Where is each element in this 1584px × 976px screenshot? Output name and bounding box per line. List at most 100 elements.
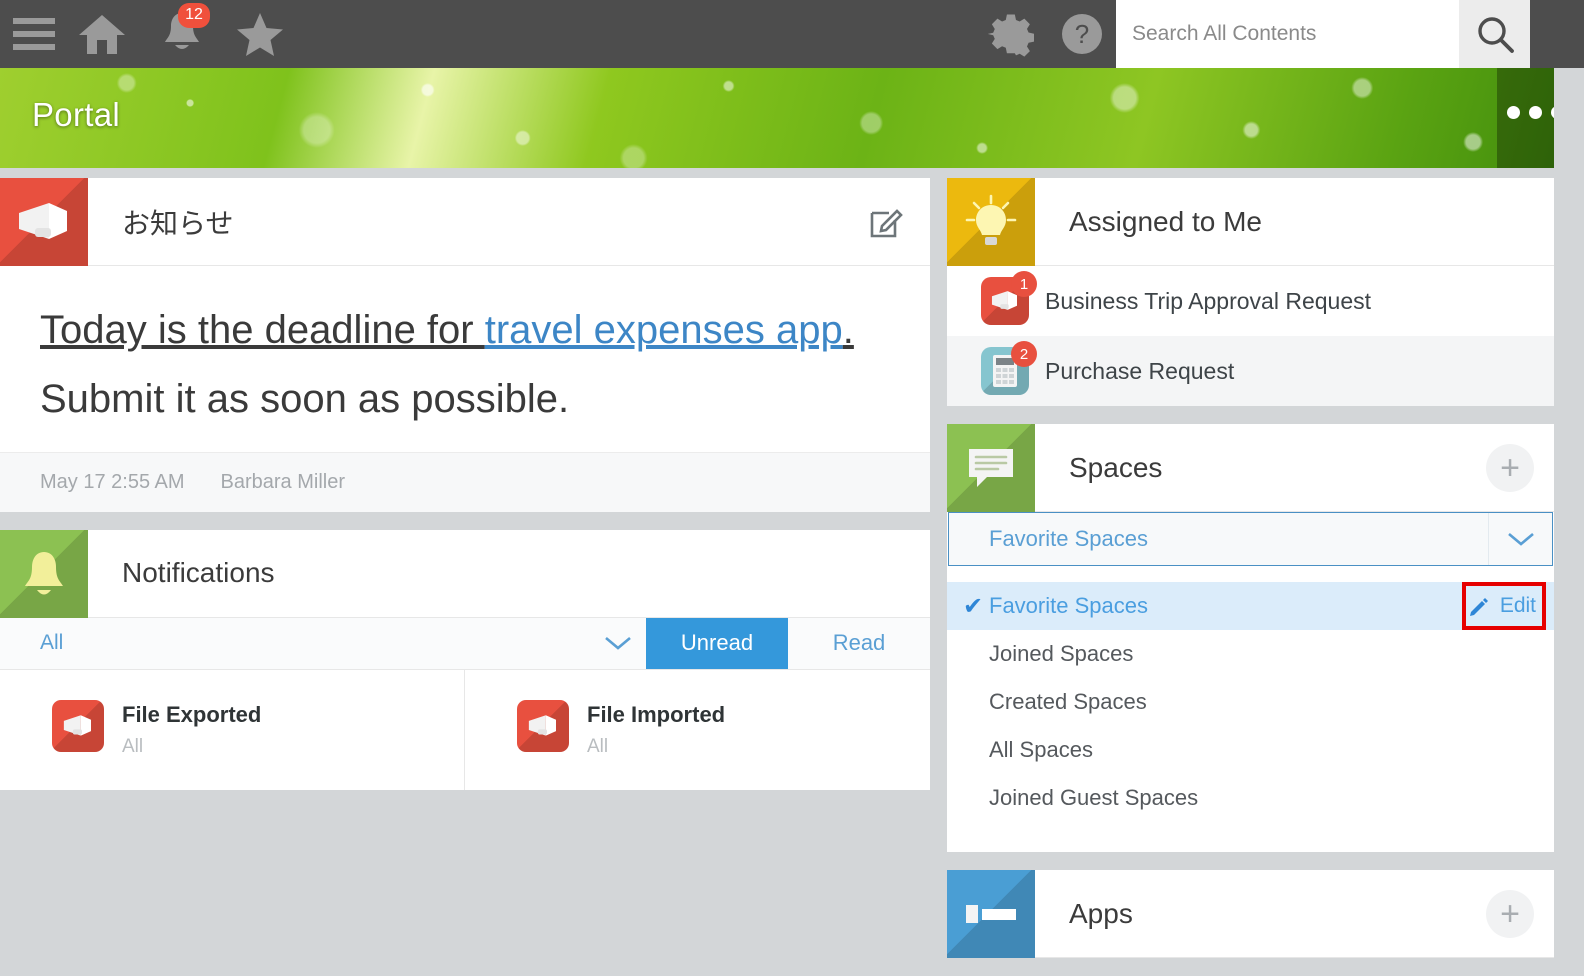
spaces-menu-item-label: Favorite Spaces (989, 593, 1148, 618)
page-title: Portal (32, 96, 121, 133)
bell-badge-count: 12 (178, 3, 210, 28)
dropdown-bottom-padding (947, 822, 1554, 852)
assigned-item-icon-wrap: 2 (981, 341, 1037, 395)
left-column: お知らせ Today is the deadline for travel ex… (0, 178, 930, 808)
announcement-author: Barbara Miller (220, 470, 346, 493)
assigned-item-label: Purchase Request (1045, 357, 1235, 384)
speech-bubble-glyph (947, 424, 1035, 512)
chevron-down-icon (1507, 533, 1534, 546)
lightbulb-glyph (947, 178, 1035, 266)
bell-icon (0, 529, 88, 618)
notification-item[interactable]: File Imported All (465, 670, 930, 790)
lightbulb-icon (947, 178, 1035, 266)
home-button[interactable] (62, 0, 142, 68)
announcement-line-1: Today is the deadline for travel expense… (40, 296, 890, 365)
megaphone-icon (517, 699, 569, 752)
tab-read[interactable]: Read (788, 618, 930, 669)
search-button[interactable] (1459, 0, 1530, 68)
notifications-button[interactable]: 12 (142, 0, 222, 68)
settings-button[interactable] (974, 0, 1048, 68)
chevron-down-icon (605, 637, 631, 650)
spaces-menu-item-favorite-spaces[interactable]: ✔ Favorite Spaces Edit (947, 582, 1554, 630)
notifications-filter-bar: All Unread Read (0, 617, 930, 670)
notifications-list: File Exported All File Imported All (0, 669, 930, 790)
portal-banner: Portal (0, 68, 1584, 168)
spaces-menu-item-label: Joined Guest Spaces (989, 785, 1199, 810)
notifications-title: Notifications (122, 557, 275, 589)
search-box[interactable] (1116, 0, 1459, 68)
spaces-add-button[interactable]: + (1466, 424, 1554, 511)
announcement-footer: May 17 2:55 AM Barbara Miller (0, 451, 930, 512)
apps-icon (947, 870, 1035, 958)
spaces-card-header: Spaces + (947, 424, 1554, 512)
spaces-menu-item-label: All Spaces (989, 737, 1093, 762)
notification-subtitle: All (122, 735, 144, 757)
search-input[interactable] (1132, 22, 1459, 46)
travel-expenses-app-link[interactable]: travel expenses app (485, 308, 843, 352)
top-navigation-bar: 12 ? (0, 0, 1584, 68)
notification-text: File Exported All (122, 700, 261, 790)
announcement-text-suffix: . (842, 308, 854, 352)
star-icon (237, 13, 283, 56)
pencil-icon (1469, 598, 1488, 616)
favorites-button[interactable] (222, 0, 298, 68)
hamburger-icon-bar (13, 44, 55, 50)
compose-icon (870, 208, 903, 237)
notifications-card-header: Notifications (0, 529, 930, 618)
home-icon (79, 15, 125, 54)
spaces-menu-item-created-spaces[interactable]: Created Spaces (947, 678, 1554, 726)
topbar-right-edge (1530, 0, 1584, 68)
spaces-edit-label: Edit (1499, 594, 1536, 617)
gear-icon (988, 14, 1034, 57)
notifications-filter-all[interactable]: All (0, 618, 590, 669)
notification-text: File Imported All (587, 700, 725, 790)
assigned-to-me-title: Assigned to Me (1069, 205, 1262, 237)
spaces-menu-item-all-spaces[interactable]: All Spaces (947, 726, 1554, 774)
megaphone-glyph (52, 700, 104, 752)
announcement-text-prefix: Today is the deadline for (40, 308, 485, 352)
assigned-item-icon-wrap: 1 (981, 271, 1037, 325)
megaphone-icon (0, 178, 88, 266)
apps-glyph (947, 870, 1035, 958)
notifications-card: Notifications All Unread Read File Expor… (0, 529, 930, 790)
assigned-to-me-card: Assigned to Me 1 Business Trip Approval … (947, 178, 1554, 406)
spaces-filter-select[interactable]: Favorite Spaces (948, 512, 1553, 566)
apps-add-button[interactable]: + (1466, 870, 1554, 957)
spaces-menu-item-joined-spaces[interactable]: Joined Spaces (947, 630, 1554, 678)
announcement-card: お知らせ Today is the deadline for travel ex… (0, 178, 930, 512)
hamburger-menu-button[interactable] (6, 0, 62, 68)
banner-background-image (0, 68, 1584, 168)
plus-icon: + (1486, 889, 1534, 938)
spaces-card: Spaces + Favorite Spaces ✔ Favorite Spac… (947, 424, 1554, 852)
announcement-body: Today is the deadline for travel expense… (0, 266, 930, 452)
apps-title: Apps (1069, 897, 1133, 929)
notification-item[interactable]: File Exported All (0, 669, 465, 790)
spaces-edit-button[interactable]: Edit (1468, 594, 1536, 618)
megaphone-glyph (0, 178, 88, 266)
speech-bubble-icon (947, 424, 1035, 512)
page-right-gutter (1554, 68, 1584, 877)
assigned-item-purchase-request[interactable]: 2 Purchase Request (947, 336, 1554, 406)
assigned-item-business-trip-approval-request[interactable]: 1 Business Trip Approval Request (947, 266, 1554, 336)
hamburger-icon-bar (13, 31, 55, 37)
notification-title: File Exported (122, 701, 262, 727)
right-column: Assigned to Me 1 Business Trip Approval … (947, 178, 1554, 976)
more-options-icon-dot (1529, 106, 1542, 119)
assigned-item-label: Business Trip Approval Request (1045, 287, 1372, 314)
spaces-menu-item-joined-guest-spaces[interactable]: Joined Guest Spaces (947, 774, 1554, 822)
announcement-compose-button[interactable] (842, 178, 930, 265)
megaphone-icon (52, 699, 104, 752)
announcement-card-header: お知らせ (0, 178, 930, 266)
tab-unread[interactable]: Unread (646, 617, 788, 669)
apps-card: Apps + (947, 870, 1554, 958)
help-button[interactable]: ? (1048, 0, 1116, 68)
more-options-icon-dot (1507, 106, 1520, 119)
help-icon: ? (1062, 14, 1102, 54)
announcement-line-2: Submit it as soon as possible. (40, 376, 570, 421)
svg-text:?: ? (1075, 19, 1089, 49)
spaces-filter-dropdown-menu: ✔ Favorite Spaces Edit Joined Spaces Cre… (947, 566, 1554, 852)
notifications-filter-dropdown-button[interactable] (590, 618, 646, 669)
spaces-filter-chevron-button[interactable] (1488, 513, 1552, 565)
assigned-to-me-header: Assigned to Me (947, 178, 1554, 266)
spaces-menu-item-label: Created Spaces (989, 689, 1147, 714)
